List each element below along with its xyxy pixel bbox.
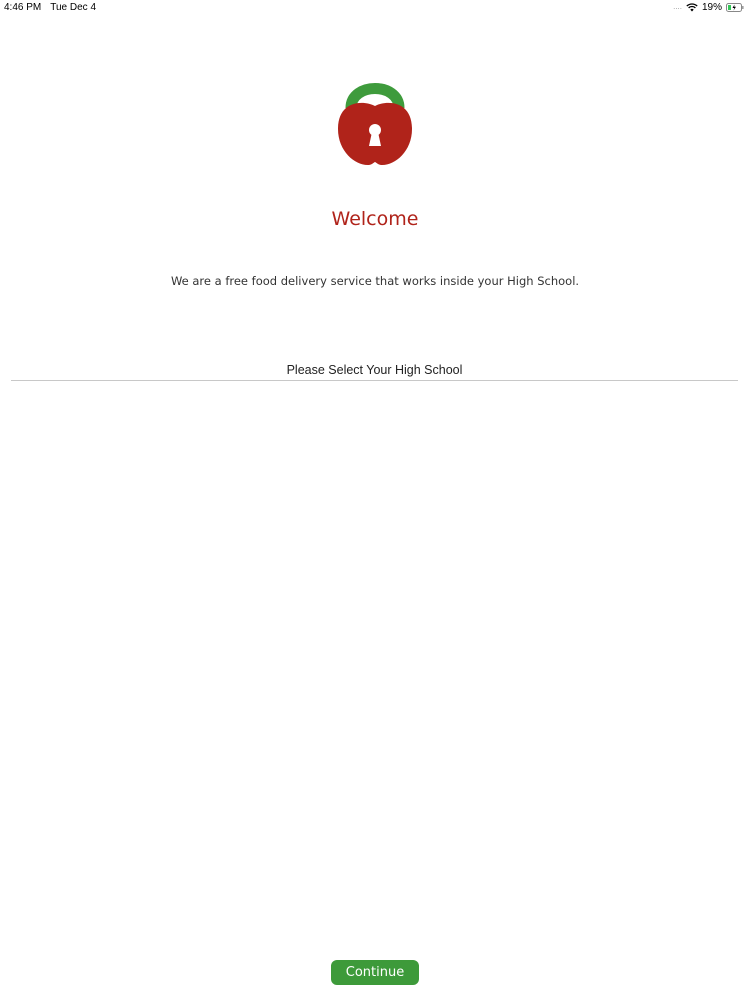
signal-dots: .... (673, 2, 682, 11)
battery-percent: 19% (701, 1, 722, 13)
status-date: Tue Dec 4 (50, 2, 97, 13)
status-left: 4:46 PM Tue Dec 4 (4, 2, 96, 13)
status-time: 4:46 PM (4, 2, 42, 13)
wifi-icon (686, 2, 698, 12)
status-right: .... 19% (673, 1, 744, 13)
high-school-picker-placeholder: Please Select Your High School (286, 363, 463, 377)
welcome-title: Welcome (331, 208, 419, 230)
welcome-tagline: We are a free food delivery service that… (170, 274, 580, 288)
welcome-screen: 4:46 PM Tue Dec 4 .... 19% Welcome We ar… (0, 0, 750, 1000)
battery-charging-icon (726, 2, 744, 12)
status-bar: 4:46 PM Tue Dec 4 .... 19% (0, 0, 750, 16)
high-school-picker[interactable]: Please Select Your High School (11, 360, 738, 381)
continue-button[interactable]: Continue (331, 960, 419, 985)
apple-padlock-logo (334, 74, 416, 168)
